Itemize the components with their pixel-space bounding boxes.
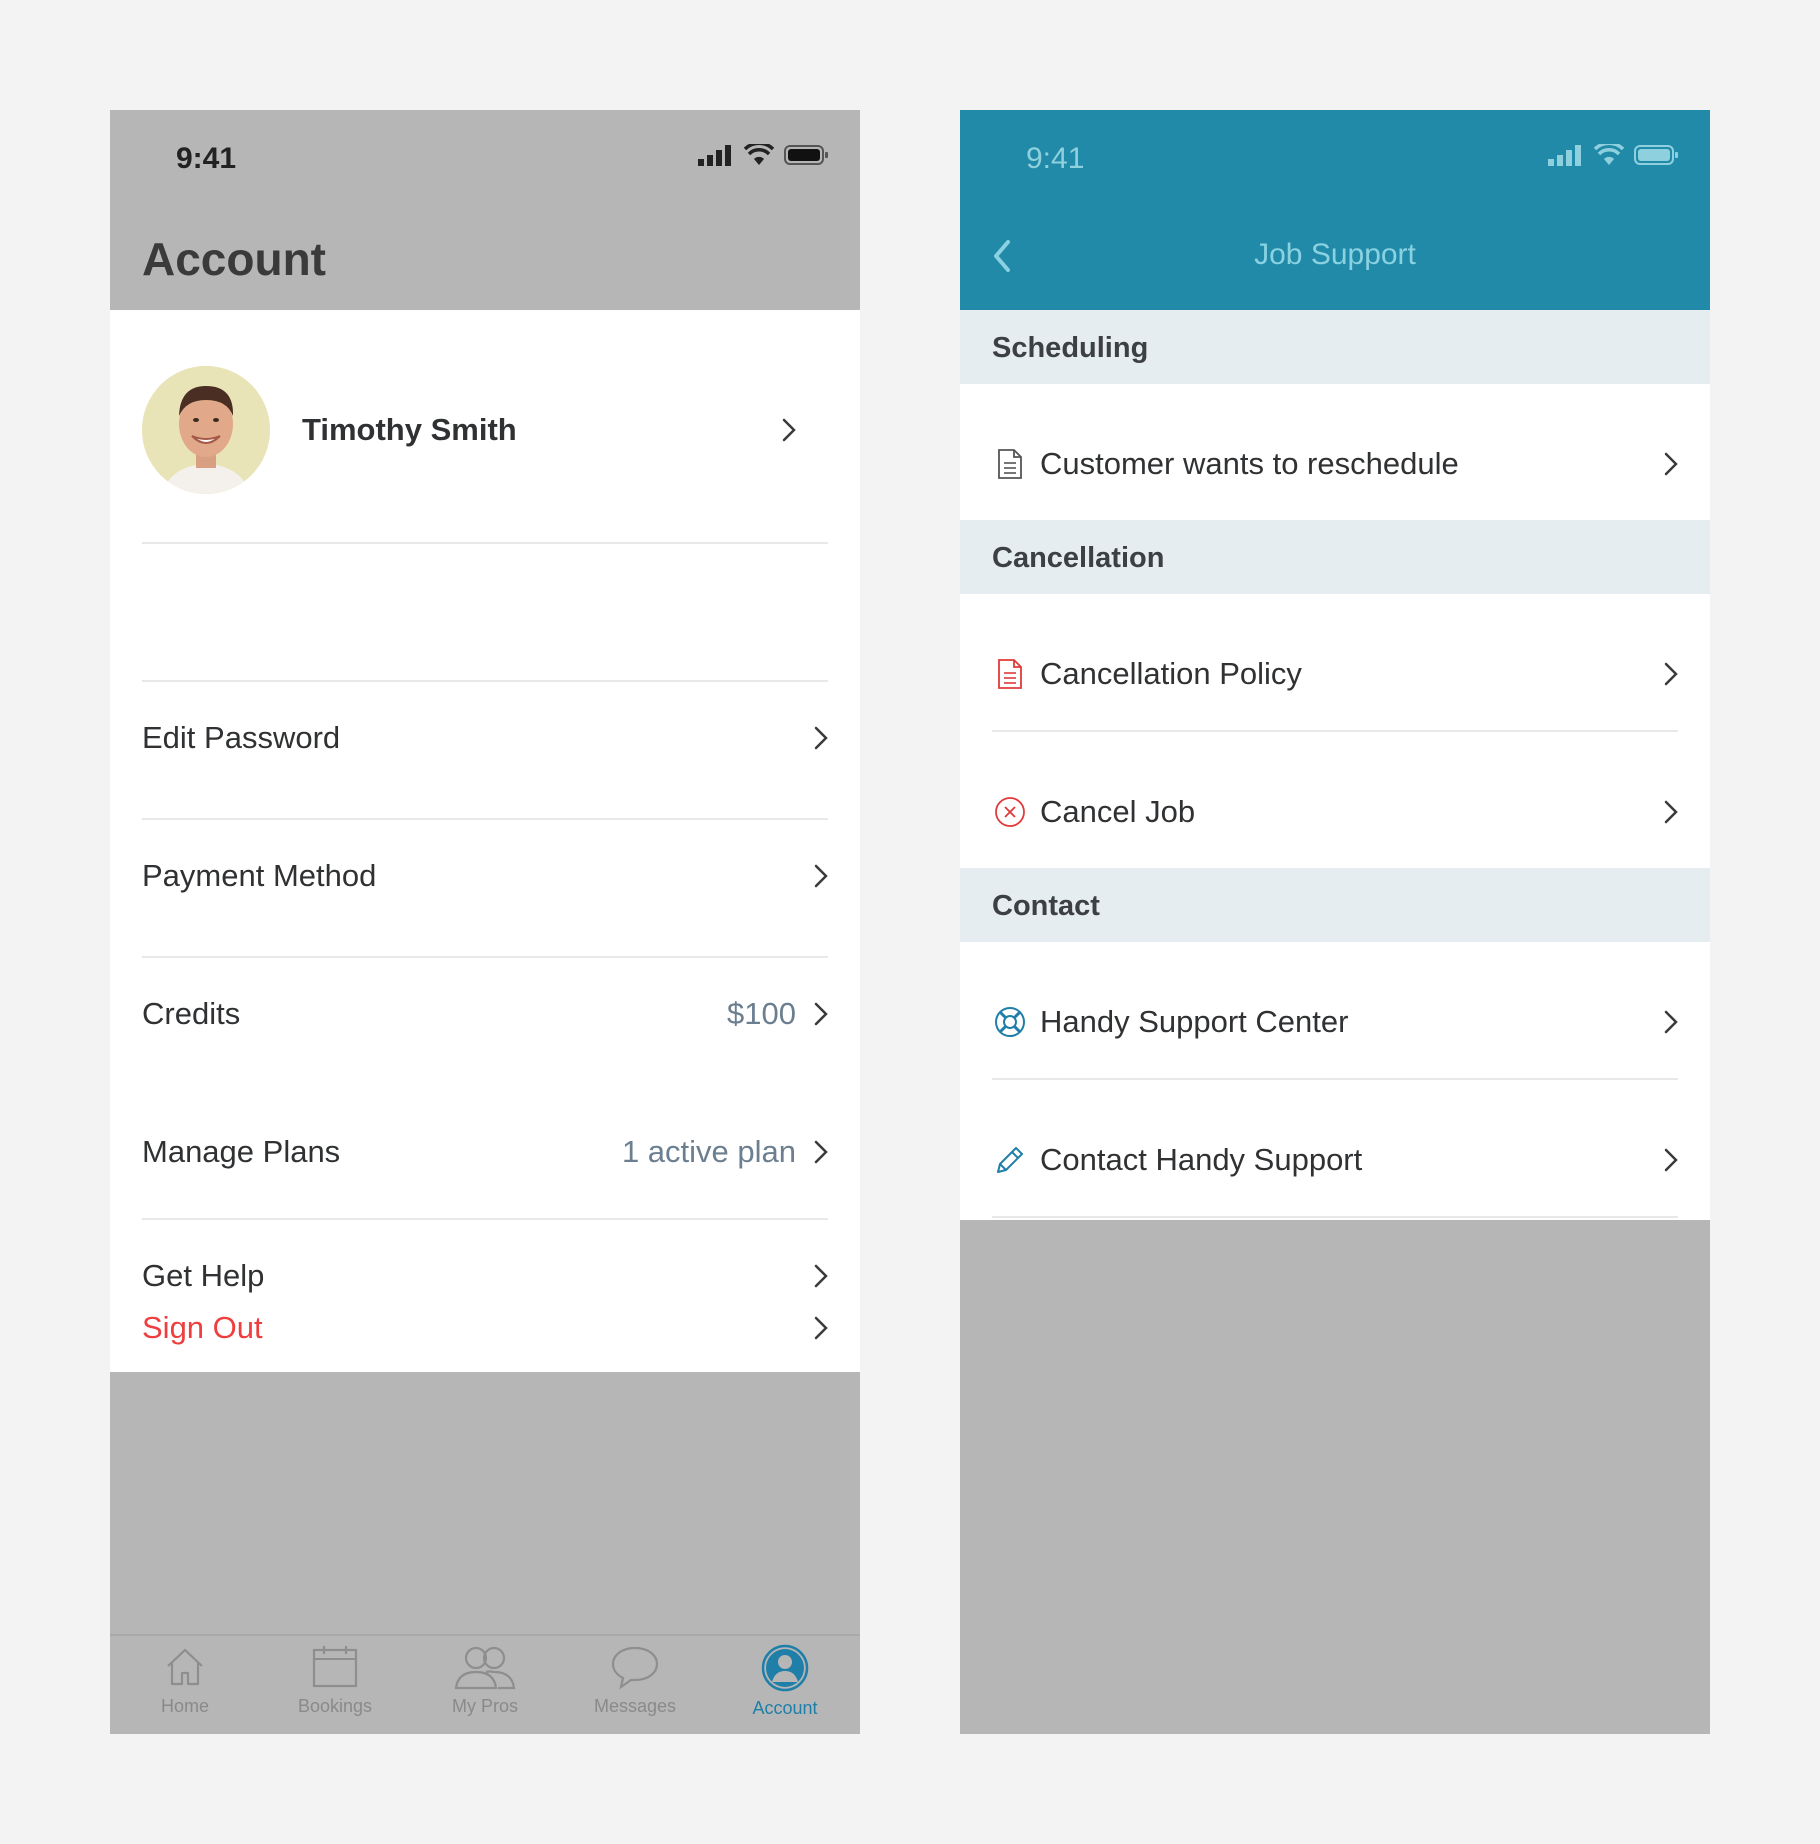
credits-value: $100 (727, 996, 796, 1031)
support-item-label: Contact Handy Support (1040, 1142, 1363, 1177)
profile-name: Timothy Smith (302, 412, 517, 447)
profile-row[interactable]: Timothy Smith (142, 366, 828, 494)
calendar-icon (260, 1644, 410, 1690)
support-item-contact-support[interactable]: Contact Handy Support (992, 1130, 1678, 1190)
divider (142, 956, 828, 958)
divider (992, 1078, 1678, 1080)
section-header: Scheduling (960, 310, 1710, 384)
section-title: Contact (992, 890, 1100, 922)
account-header: 9:41 Account (110, 110, 860, 310)
tab-label: My Pros (451, 1696, 518, 1716)
account-menu: Timothy Smith Edit Password Payment Meth… (110, 310, 860, 1372)
menu-item-credits[interactable]: Credits $100 (142, 984, 828, 1044)
menu-item-label: Get Help (142, 1258, 265, 1293)
job-support-screen: 9:41 Job Support Scheduling Customer wan… (960, 110, 1710, 1734)
support-item-cancellation-policy[interactable]: Cancellation Policy (992, 644, 1678, 704)
home-icon (110, 1644, 260, 1690)
divider (992, 730, 1678, 732)
divider (142, 542, 828, 544)
chevron-right-icon (814, 1140, 828, 1164)
chevron-right-icon (814, 726, 828, 750)
status-time: 9:41 (176, 142, 237, 175)
tab-my-pros[interactable]: My Pros (410, 1644, 560, 1717)
support-item-reschedule[interactable]: Customer wants to reschedule (992, 434, 1678, 494)
status-bar: 9:41 (960, 110, 1710, 200)
divider (142, 1218, 828, 1220)
menu-item-get-help[interactable]: Get Help (142, 1246, 828, 1306)
chevron-right-icon (814, 1316, 828, 1340)
wifi-icon (1594, 144, 1624, 166)
section-title: Scheduling (992, 332, 1149, 364)
menu-item-label: Edit Password (142, 720, 341, 755)
avatar (142, 366, 270, 494)
battery-icon (1634, 144, 1680, 166)
support-item-label: Cancellation Policy (1040, 656, 1302, 691)
chat-bubble-icon (560, 1644, 710, 1690)
chevron-right-icon (814, 864, 828, 888)
tab-label: Bookings (297, 1696, 373, 1716)
section-header: Cancellation (960, 520, 1710, 594)
tab-messages[interactable]: Messages (560, 1644, 710, 1717)
people-icon (410, 1644, 560, 1690)
battery-icon (784, 144, 830, 166)
chevron-right-icon (1664, 1010, 1678, 1034)
tab-account[interactable]: Account (710, 1644, 860, 1719)
status-bar: 9:41 (110, 110, 860, 200)
support-item-label: Customer wants to reschedule (1040, 446, 1459, 481)
pencil-icon (992, 1142, 1028, 1178)
document-red-icon (992, 656, 1028, 692)
signal-icon (698, 144, 734, 166)
sign-out-label: Sign Out (142, 1310, 263, 1345)
section-title: Cancellation (992, 542, 1165, 574)
support-item-cancel-job[interactable]: Cancel Job (992, 782, 1678, 842)
chevron-right-icon (1664, 1148, 1678, 1172)
job-support-header: 9:41 Job Support (960, 110, 1710, 310)
lifebuoy-icon (992, 1004, 1028, 1040)
sign-out-button[interactable]: Sign Out (142, 1298, 828, 1358)
tab-label: Home (160, 1696, 209, 1716)
page-title: Account (142, 233, 326, 285)
menu-item-label: Credits (142, 996, 241, 1031)
section-header: Contact (960, 868, 1710, 942)
menu-item-manage-plans[interactable]: Manage Plans 1 active plan (142, 1122, 828, 1182)
chevron-right-icon (1664, 662, 1678, 686)
cancel-circle-icon (992, 794, 1028, 830)
tab-bookings[interactable]: Bookings (260, 1644, 410, 1717)
divider (142, 680, 828, 682)
support-item-support-center[interactable]: Handy Support Center (992, 992, 1678, 1052)
account-screen: 9:41 Account Timothy Smith Edit Password… (110, 110, 860, 1734)
status-time: 9:41 (1026, 142, 1085, 175)
chevron-right-icon (1664, 452, 1678, 476)
chevron-right-icon (1664, 800, 1678, 824)
document-icon (992, 446, 1028, 482)
menu-item-payment-method[interactable]: Payment Method (142, 846, 828, 906)
divider (142, 818, 828, 820)
signal-icon (1548, 144, 1584, 166)
chevron-right-icon (782, 418, 796, 442)
wifi-icon (744, 144, 774, 166)
account-icon (710, 1644, 860, 1692)
menu-item-label: Payment Method (142, 858, 377, 893)
tab-home[interactable]: Home (110, 1644, 260, 1717)
tab-bar: Home Bookings My Pros Messages Account (110, 1634, 860, 1734)
chevron-right-icon (814, 1264, 828, 1288)
support-menu: Scheduling Customer wants to reschedule … (960, 310, 1710, 1220)
divider (992, 1216, 1678, 1218)
menu-item-label: Manage Plans (142, 1134, 341, 1169)
tab-label: Account (752, 1698, 818, 1718)
tab-label: Messages (593, 1696, 677, 1716)
support-item-label: Cancel Job (1040, 794, 1196, 829)
menu-item-edit-password[interactable]: Edit Password (142, 708, 828, 768)
page-title: Job Support (1254, 238, 1416, 271)
support-item-label: Handy Support Center (1040, 1004, 1349, 1039)
plans-value: 1 active plan (621, 1134, 796, 1169)
chevron-right-icon (814, 1002, 828, 1026)
